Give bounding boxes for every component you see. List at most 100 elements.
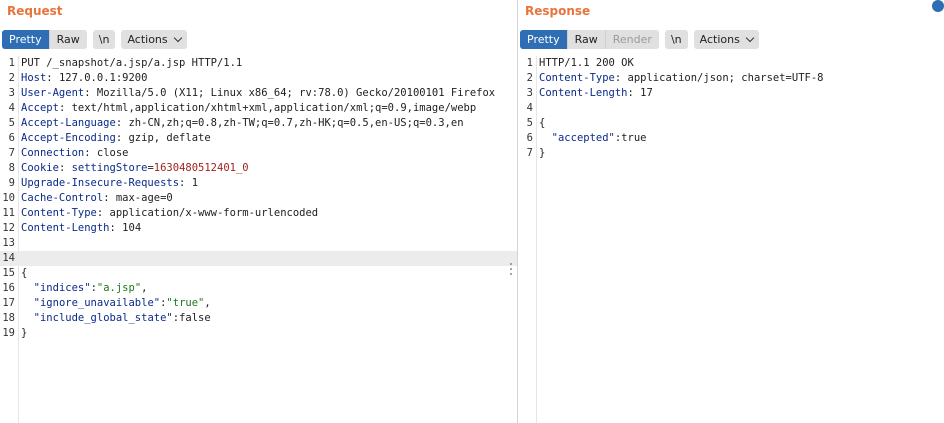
line-text: PUT /_snapshot/a.jsp/a.jsp HTTP/1.1 — [21, 57, 243, 69]
header-value: 17 — [640, 87, 653, 99]
header-value: 104 — [122, 222, 142, 234]
header-name: Accept-Encoding — [21, 132, 116, 144]
line-number: 14 — [2, 252, 15, 264]
request-tab-pretty[interactable]: Pretty — [2, 29, 49, 49]
code-line[interactable]: 11 Content-Type: application/x-www-form-u… — [0, 206, 518, 221]
header-name: Content-Type — [539, 72, 615, 84]
line-number: 4 — [8, 102, 15, 114]
line-text: { — [21, 267, 28, 279]
pane-resize-grip-icon[interactable] — [510, 263, 513, 279]
code-line[interactable]: 2 Content-Type: application/json; charset… — [518, 71, 944, 86]
code-line[interactable]: 1 HTTP/1.1 200 OK — [518, 56, 944, 71]
json-string-value: "true" — [166, 297, 205, 309]
line-content: Cache-Control: max-age=0 — [21, 192, 173, 204]
code-line[interactable]: 15 { — [0, 266, 518, 281]
edge-indicator-icon — [932, 0, 944, 12]
line-content: PUT /_snapshot/a.jsp/a.jsp HTTP/1.1 — [21, 56, 242, 71]
response-tab-pretty[interactable]: Pretty — [520, 29, 567, 49]
json-key: "ignore_unavailable" — [33, 297, 161, 309]
line-content: } — [21, 326, 27, 341]
line-number: 5 — [526, 117, 533, 129]
request-view-tabs: Pretty Raw — [2, 29, 87, 49]
code-line[interactable]: 1 PUT /_snapshot/a.jsp/a.jsp HTTP/1.1 — [0, 56, 518, 71]
header-value: application/json; charset=UTF-8 — [627, 72, 824, 84]
response-tab-render[interactable]: Render — [604, 29, 659, 49]
header-name: Content-Length — [21, 222, 110, 234]
cookie-value: 1630480512401_0 — [153, 162, 249, 174]
line-text: } — [21, 327, 28, 339]
line-content: "indices":"a.jsp", — [21, 281, 148, 296]
line-content: "accepted":true — [539, 131, 647, 146]
request-actions-button[interactable]: Actions — [121, 29, 187, 49]
code-line[interactable]: 3 Content-Length: 17 — [518, 86, 944, 101]
header-name: User-Agent — [21, 87, 85, 99]
code-line[interactable]: 16 "indices":"a.jsp", — [0, 281, 518, 296]
line-number: 4 — [526, 102, 533, 114]
request-editor[interactable]: 1 PUT /_snapshot/a.jsp/a.jsp HTTP/1.1 2 Hos… — [0, 56, 518, 423]
request-pane: Request Pretty Raw \n Actions 1 PUT /_sna… — [0, 0, 518, 423]
code-line[interactable]: 6 Accept-Encoding: gzip, deflate — [0, 131, 518, 146]
code-line[interactable]: 13 — [0, 236, 518, 251]
code-line[interactable]: 5 Accept-Language: zh-CN,zh;q=0.8,zh-TW;q… — [0, 116, 518, 131]
line-number: 3 — [526, 87, 533, 99]
header-value: 1 — [191, 177, 199, 189]
code-line[interactable]: 7 Connection: close — [0, 146, 518, 161]
request-title: Request — [7, 4, 63, 18]
json-comma: , — [141, 282, 148, 294]
line-content: Accept-Encoding: gzip, deflate — [21, 132, 211, 144]
line-number: 13 — [2, 237, 15, 249]
line-content: Content-Type: application/json; charset=… — [539, 72, 824, 84]
line-number: 10 — [2, 192, 15, 204]
line-number: 16 — [2, 282, 15, 294]
code-line[interactable]: 10 Cache-Control: max-age=0 — [0, 191, 518, 206]
request-tab-raw[interactable]: Raw — [48, 29, 87, 49]
line-content: Accept-Language: zh-CN,zh;q=0.8,zh-TW;q=… — [21, 117, 464, 129]
code-line[interactable]: 19} — [0, 326, 518, 341]
response-toolbar: Pretty Raw Render \n Actions — [520, 29, 765, 49]
response-actions-label: Actions — [699, 32, 740, 46]
line-number: 2 — [8, 72, 15, 84]
line-number: 6 — [8, 132, 15, 144]
json-string-value: "a.jsp" — [96, 282, 142, 294]
line-content: Cookie: settingStore=1630480512401_0 — [21, 162, 249, 174]
code-line[interactable]: 8 Cookie: settingStore=1630480512401_0 — [0, 161, 518, 176]
line-content: Content-Length: 104 — [21, 222, 142, 234]
header-name: Cache-Control — [21, 192, 104, 204]
response-tab-raw[interactable]: Raw — [566, 29, 605, 49]
code-line[interactable]: 3 User-Agent: Mozilla/5.0 (X11; Linux x86… — [0, 86, 518, 101]
code-line[interactable]: 4 — [518, 101, 944, 116]
header-name: Host — [21, 72, 47, 84]
json-literal-value: true — [621, 132, 647, 144]
line-text: } — [539, 147, 546, 159]
header-name: Content-Type — [21, 207, 97, 219]
code-line[interactable]: 7} — [518, 146, 944, 161]
header-value: application/x-www-form-urlencoded — [109, 207, 319, 219]
header-name: Accept — [21, 102, 59, 114]
code-line[interactable]: 4 Accept: text/html,application/xhtml+xml… — [0, 101, 518, 116]
code-line[interactable]: 14 — [0, 251, 518, 266]
line-number: 18 — [2, 312, 15, 324]
code-line[interactable]: 2 Host: 127.0.0.1:9200 — [0, 71, 518, 86]
code-line[interactable]: 5{ — [518, 116, 944, 131]
request-toolbar: Pretty Raw \n Actions — [2, 29, 193, 49]
header-name: Connection — [21, 147, 85, 159]
code-line[interactable]: 18 "include_global_state":false — [0, 311, 518, 326]
code-line[interactable]: 9 Upgrade-Insecure-Requests: 1 — [0, 176, 518, 191]
response-view-tabs: Pretty Raw Render — [520, 29, 659, 49]
response-editor[interactable]: 1 HTTP/1.1 200 OK 2 Content-Type: applicati… — [518, 56, 944, 423]
code-line[interactable]: 6 "accepted":true — [518, 131, 944, 146]
json-key: "indices" — [33, 282, 91, 294]
header-value: text/html,application/xhtml+xml,applicat… — [71, 102, 477, 114]
response-actions-button[interactable]: Actions — [693, 29, 759, 49]
json-key: "include_global_state" — [33, 312, 173, 324]
line-number: 17 — [2, 297, 15, 309]
line-content: Accept: text/html,application/xhtml+xml,… — [21, 102, 477, 114]
header-value: Mozilla/5.0 (X11; Linux x86_64; rv:78.0)… — [96, 87, 496, 99]
code-line[interactable]: 12 Content-Length: 104 — [0, 221, 518, 236]
header-name: Upgrade-Insecure-Requests — [21, 177, 180, 189]
line-number: 8 — [8, 162, 15, 174]
request-newline-toggle[interactable]: \n — [92, 29, 116, 49]
response-newline-toggle[interactable]: \n — [664, 29, 688, 49]
line-content: { — [21, 266, 27, 281]
code-line[interactable]: 17 "ignore_unavailable":"true", — [0, 296, 518, 311]
